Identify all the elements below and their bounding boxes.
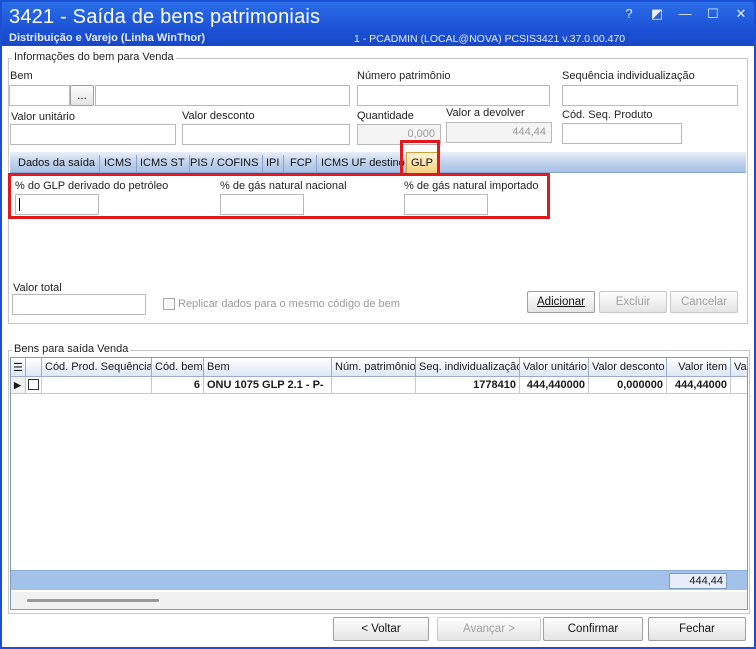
- cod-seq-produto-label: Cód. Seq. Produto: [562, 109, 653, 121]
- session-info: 1 - PCADMIN (LOCAL@NOVA) PCSIS3421 v.37.…: [354, 33, 626, 45]
- valor-unitario-label: Valor unitário: [11, 111, 75, 123]
- tab-icms[interactable]: ICMS: [100, 155, 137, 173]
- quantidade-label: Quantidade: [357, 110, 414, 122]
- replicar-checkbox[interactable]: [163, 298, 175, 310]
- cell-valor-item: 444,44000: [667, 377, 731, 394]
- glp-nacional-input[interactable]: [220, 194, 304, 215]
- main-window: 3421 - Saída de bens patrimoniais Distri…: [0, 0, 756, 649]
- column-valor-desconto[interactable]: Valor desconto: [589, 358, 667, 377]
- valor-total-label: Valor total: [13, 282, 62, 294]
- cell-cod-prod-seq: [42, 377, 152, 394]
- footer-total: 444,44: [669, 573, 727, 589]
- excluir-label: Excluir: [615, 296, 651, 308]
- help-icon[interactable]: ?: [622, 6, 636, 22]
- minimize-icon[interactable]: —: [678, 6, 692, 22]
- tab-dados-saida[interactable]: Dados da saída: [14, 155, 101, 173]
- scrollbar-thumb[interactable]: [27, 599, 159, 602]
- cancelar-button[interactable]: Cancelar: [670, 291, 738, 313]
- glp-nacional-label: % de gás natural nacional: [220, 180, 347, 192]
- bem-label: Bem: [10, 70, 33, 82]
- row-checkbox[interactable]: [28, 379, 39, 390]
- avancar-button[interactable]: Avançar >: [437, 617, 541, 641]
- valor-unitario-input[interactable]: [10, 124, 176, 145]
- cancelar-label: Cancelar: [680, 296, 728, 308]
- tab-pis-cofins[interactable]: PIS / COFINS: [186, 155, 264, 173]
- table-row[interactable]: ▶ 6 ONU 1075 GLP 2.1 - P- 1778410 444,44…: [11, 377, 747, 394]
- grid-options-icon[interactable]: ☰: [11, 358, 26, 377]
- voltar-label: < Voltar: [361, 623, 401, 635]
- select-all-column: [26, 358, 42, 377]
- valor-devolver-label: Valor a devolver: [446, 107, 525, 119]
- valor-desconto-label: Valor desconto: [182, 110, 255, 122]
- list-group-title: Bens para saída Venda: [12, 343, 131, 355]
- cell-valor-unitario: 444,440000: [520, 377, 589, 394]
- glp-importado-label: % de gás natural importado: [404, 180, 539, 192]
- column-num-patrimonio[interactable]: Núm. patrimônio: [332, 358, 416, 377]
- sequencia-label: Sequência individualização: [562, 70, 695, 82]
- cell-seq-individualizacao: 1778410: [416, 377, 520, 394]
- cell-val: [731, 377, 747, 394]
- glp-tab-highlight: [400, 140, 440, 176]
- cell-bem: ONU 1075 GLP 2.1 - P-: [204, 377, 332, 394]
- bem-description-input[interactable]: [95, 85, 350, 106]
- grid-footer: 444,44: [11, 570, 747, 590]
- fechar-button[interactable]: Fechar: [648, 617, 746, 641]
- horizontal-scrollbar[interactable]: [11, 592, 747, 609]
- tab-ipi[interactable]: IPI: [262, 155, 285, 173]
- glp-importado-input[interactable]: [404, 194, 488, 215]
- sequencia-input[interactable]: [562, 85, 738, 106]
- tab-fcp[interactable]: FCP: [286, 155, 317, 173]
- voltar-button[interactable]: < Voltar: [333, 617, 429, 641]
- grid-header: ☰ Cód. Prod. Sequência Cód. bem Bem Núm.…: [11, 358, 747, 377]
- close-icon[interactable]: ✕: [734, 6, 748, 22]
- cell-cod-bem: 6: [152, 377, 204, 394]
- column-val[interactable]: Val: [731, 358, 747, 377]
- confirmar-label: Confirmar: [567, 623, 619, 635]
- window-controls: ? ◩ — ☐ ✕: [622, 6, 748, 22]
- valor-total-input[interactable]: [12, 294, 146, 315]
- column-valor-item[interactable]: Valor item: [667, 358, 731, 377]
- tab-strip: Dados da saída ICMS ICMS ST PIS / COFINS…: [10, 152, 746, 173]
- window-title: 3421 - Saída de bens patrimoniais: [9, 6, 321, 28]
- valor-desconto-input[interactable]: [182, 124, 350, 145]
- window-subtitle: Distribuição e Varejo (Linha WinThor): [9, 32, 206, 44]
- column-cod-bem[interactable]: Cód. bem: [152, 358, 204, 377]
- confirmar-button[interactable]: Confirmar: [543, 617, 643, 641]
- maximize-icon[interactable]: ☐: [706, 6, 720, 22]
- glp-derivado-label: % do GLP derivado do petróleo: [15, 180, 169, 192]
- row-checkbox-cell[interactable]: [26, 377, 42, 394]
- title-bar: 3421 - Saída de bens patrimoniais Distri…: [2, 2, 754, 46]
- adicionar-button[interactable]: Adicionar: [527, 291, 595, 313]
- bem-code-input[interactable]: [9, 85, 70, 106]
- replicar-label: Replicar dados para o mesmo código de be…: [178, 298, 400, 310]
- column-bem[interactable]: Bem: [204, 358, 332, 377]
- excluir-button[interactable]: Excluir: [599, 291, 667, 313]
- cell-valor-desconto: 0,000000: [589, 377, 667, 394]
- bem-lookup-button[interactable]: ...: [70, 85, 94, 106]
- cod-seq-produto-input[interactable]: [562, 123, 682, 144]
- avancar-label: Avançar >: [463, 623, 515, 635]
- cell-num-patrimonio: [332, 377, 416, 394]
- glp-derivado-input[interactable]: [15, 194, 99, 215]
- numero-patrimonio-label: Número patrimônio: [357, 70, 451, 82]
- tab-icms-uf-destino[interactable]: ICMS UF destino: [317, 155, 410, 173]
- row-indicator-icon: ▶: [11, 377, 26, 394]
- tab-icms-st[interactable]: ICMS ST: [136, 155, 190, 173]
- column-valor-unitario[interactable]: Valor unitário: [520, 358, 589, 377]
- column-cod-prod-seq[interactable]: Cód. Prod. Sequência: [42, 358, 152, 377]
- edit-icon[interactable]: ◩: [650, 6, 664, 22]
- column-seq-individualizacao[interactable]: Seq. individualização: [416, 358, 520, 377]
- fechar-label: Fechar: [679, 623, 715, 635]
- bens-grid[interactable]: ☰ Cód. Prod. Sequência Cód. bem Bem Núm.…: [10, 357, 748, 610]
- valor-devolver-input[interactable]: 444,44: [446, 122, 552, 143]
- numero-patrimonio-input[interactable]: [357, 85, 550, 106]
- text-cursor: [19, 198, 20, 211]
- adicionar-label: Adicionar: [537, 296, 585, 308]
- info-group-title: Informações do bem para Venda: [12, 51, 176, 63]
